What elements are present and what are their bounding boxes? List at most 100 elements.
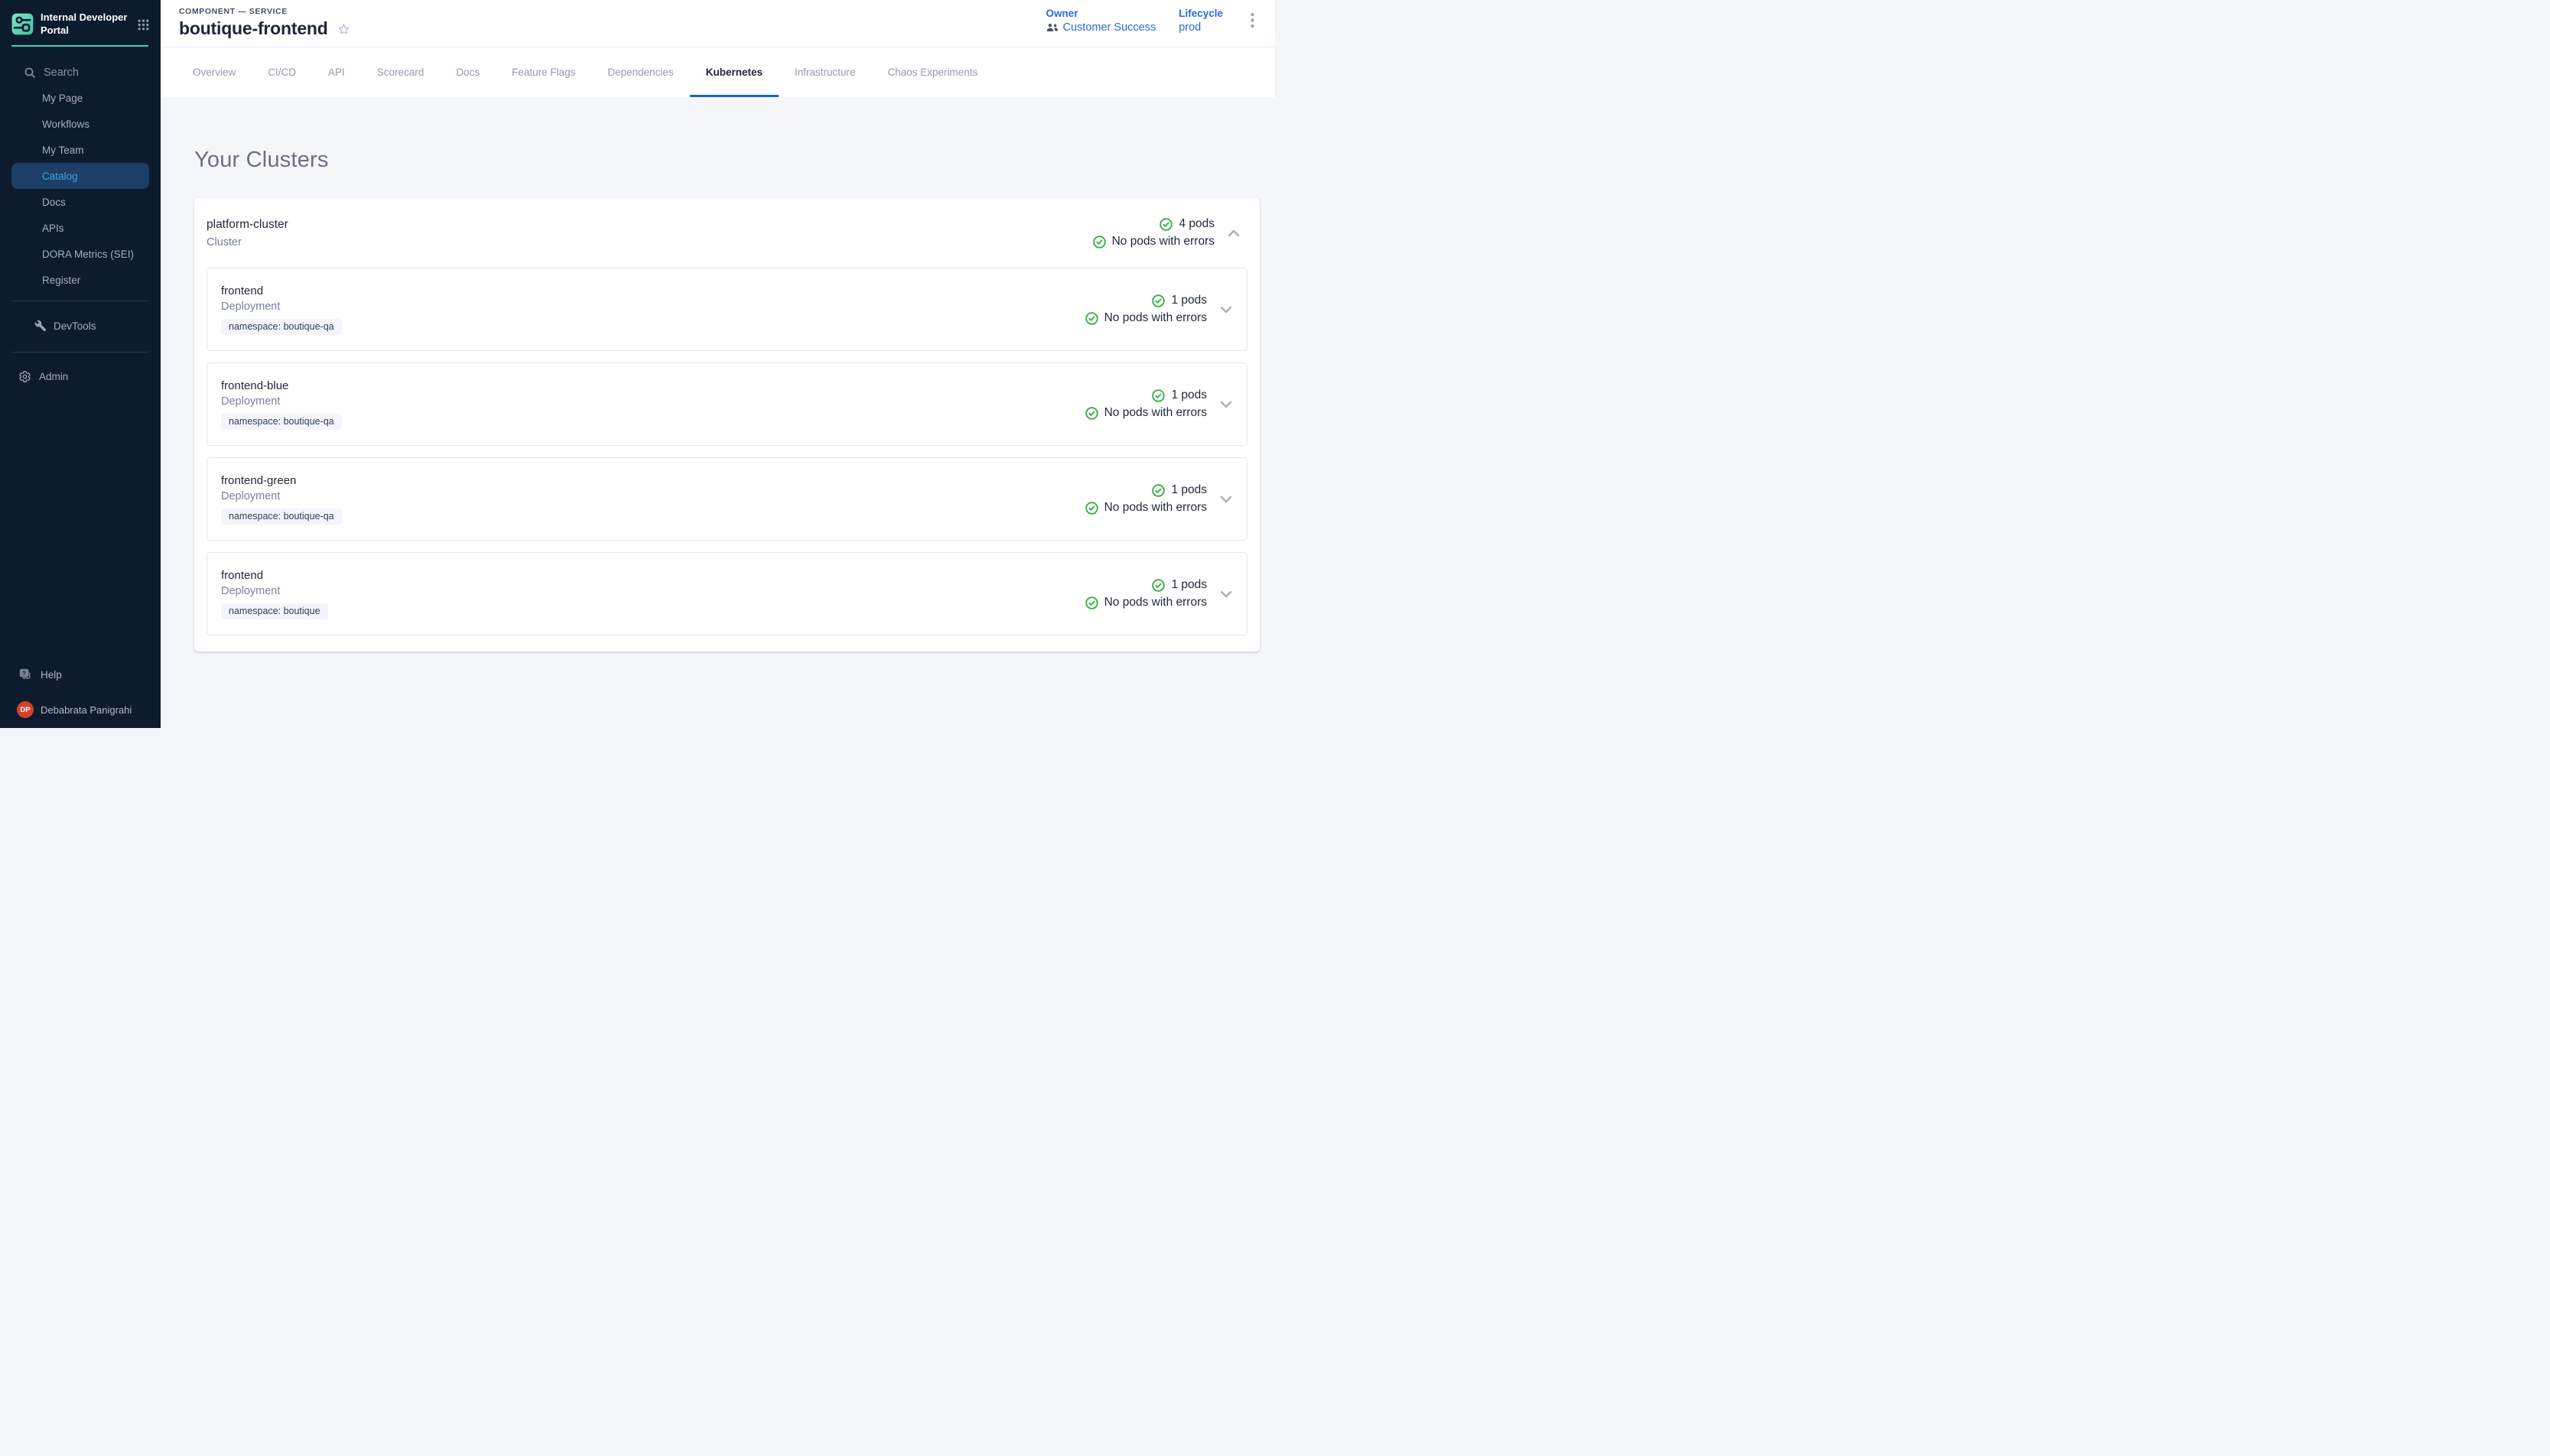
sidebar-divider: [11, 352, 149, 353]
app: Internal Developer Portal Search My Page…: [0, 0, 1275, 728]
lifecycle-value: prod: [1179, 21, 1223, 34]
pods-errors: No pods with errors: [1104, 501, 1207, 515]
workload-row[interactable]: frontend Deployment namespace: boutique …: [207, 552, 1247, 635]
tab-api[interactable]: API: [312, 47, 361, 97]
tab-dependencies[interactable]: Dependencies: [591, 47, 689, 97]
cluster-name: platform-cluster: [207, 218, 288, 232]
sidebar-item-my-page[interactable]: My Page: [11, 85, 149, 111]
tab-chaos-experiments[interactable]: Chaos Experiments: [872, 47, 994, 97]
wrench-icon: [34, 320, 47, 332]
sidebar-item-devtools[interactable]: DevTools: [11, 313, 149, 339]
namespace-chip: namespace: boutique-qa: [221, 509, 342, 525]
pods-errors: No pods with errors: [1104, 311, 1207, 325]
favorite-star-icon[interactable]: [337, 23, 350, 36]
pods-count: 1 pods: [1171, 388, 1207, 402]
tab-label: Feature Flags: [512, 67, 575, 78]
help-label: Help: [41, 669, 62, 681]
search-label: Search: [44, 67, 79, 79]
tabs-bar: Overview CI/CD APIScorecard Docs Feature Fla…: [161, 47, 1275, 97]
tab-label: Kubernetes: [706, 67, 763, 78]
cluster-pods-count: 4 pods: [1179, 217, 1215, 231]
brand: Internal Developer Portal: [11, 11, 149, 37]
tab-label: CI/CD: [268, 67, 296, 78]
owner-value[interactable]: Customer Success: [1063, 21, 1156, 34]
sidebar-bottom: ? Help DP Debabrata Panigrahi: [0, 668, 161, 728]
sidebar-item-label: Register: [42, 275, 80, 286]
sidebar-item-label: DORA Metrics (SEI): [42, 249, 134, 260]
workload-name: frontend: [221, 284, 342, 297]
page-header: COMPONENT — SERVICE boutique-frontend Ow…: [161, 0, 1275, 47]
tab-label: Docs: [456, 67, 480, 78]
chevron-down-icon[interactable]: [1220, 306, 1232, 314]
owner-label: Owner: [1046, 8, 1156, 19]
workload-info: frontend-blue Deployment namespace: bout…: [221, 379, 342, 430]
check-circle-icon: [1085, 312, 1098, 325]
pods-errors: No pods with errors: [1104, 406, 1207, 420]
check-circle-icon: [1085, 502, 1098, 515]
workload-row[interactable]: frontend-blue Deployment namespace: bout…: [207, 362, 1247, 446]
sidebar-item-dora-metrics-sei-[interactable]: DORA Metrics (SEI): [11, 241, 149, 267]
tab-ci-cd[interactable]: CI/CD: [252, 47, 312, 97]
sidebar-item-label: Docs: [42, 197, 66, 208]
content: Your Clusters platform-cluster Cluster 4…: [161, 97, 1275, 728]
workload-type: Deployment: [221, 395, 342, 408]
sidebar-item-apis[interactable]: APIs: [11, 215, 149, 241]
clusters-heading: Your Clusters: [194, 148, 1275, 173]
tab-label: Overview: [193, 67, 236, 78]
sidebar-item-label: Admin: [39, 371, 68, 382]
tab-overview[interactable]: Overview: [177, 47, 252, 97]
lifecycle-label: Lifecycle: [1179, 8, 1223, 19]
sidebar-item-label: My Team: [42, 145, 84, 156]
workload-row[interactable]: frontend-green Deployment namespace: bou…: [207, 457, 1247, 541]
pods-count: 1 pods: [1171, 483, 1207, 497]
kebab-menu-icon[interactable]: [1251, 12, 1254, 28]
workload-info: frontend-green Deployment namespace: bou…: [221, 474, 342, 525]
sidebar-item-register[interactable]: Register: [11, 267, 149, 293]
sidebar-item-workflows[interactable]: Workflows: [11, 111, 149, 137]
help-chat-icon: ?: [18, 668, 32, 681]
chevron-down-icon[interactable]: [1220, 590, 1232, 598]
chevron-up-icon[interactable]: [1228, 229, 1240, 237]
tab-label: Infrastructure: [795, 67, 856, 78]
namespace-chip: namespace: boutique: [221, 603, 328, 619]
workload-type: Deployment: [221, 490, 342, 502]
sidebar-item-label: Workflows: [42, 119, 89, 130]
page-title: boutique-frontend: [179, 18, 328, 39]
check-circle-icon: [1152, 484, 1165, 497]
cluster-card: platform-cluster Cluster 4 pods No pods …: [194, 198, 1260, 652]
workload-row[interactable]: frontend Deployment namespace: boutique-…: [207, 268, 1247, 351]
workload-info: frontend Deployment namespace: boutique: [221, 569, 328, 619]
tab-docs[interactable]: Docs: [440, 47, 496, 97]
help-button[interactable]: ? Help: [0, 668, 161, 681]
pods-count: 1 pods: [1171, 578, 1207, 592]
chevron-down-icon[interactable]: [1220, 496, 1232, 503]
sidebar-item-label: Catalog: [42, 171, 78, 182]
sidebar-item-docs[interactable]: Docs: [11, 189, 149, 215]
brand-title: Internal Developer Portal: [41, 11, 132, 37]
check-circle-icon: [1093, 236, 1106, 249]
tab-infrastructure[interactable]: Infrastructure: [779, 47, 872, 97]
cluster-pods-errors: No pods with errors: [1112, 235, 1215, 249]
sidebar-item-catalog[interactable]: Catalog: [11, 163, 149, 189]
sidebar-item-my-team[interactable]: My Team: [11, 137, 149, 163]
cluster-header[interactable]: platform-cluster Cluster 4 pods No pods …: [194, 198, 1260, 268]
check-circle-icon: [1160, 218, 1173, 231]
sidebar-item-admin[interactable]: Admin: [0, 365, 161, 388]
tab-kubernetes[interactable]: Kubernetes: [690, 47, 779, 97]
lifecycle-block: Lifecycle prod: [1179, 8, 1223, 34]
user-menu[interactable]: DP Debabrata Panigrahi: [0, 701, 161, 718]
cluster-type: Cluster: [207, 236, 288, 249]
entity-kind-breadcrumb: COMPONENT — SERVICE: [179, 7, 350, 16]
sidebar-item-label: APIs: [42, 223, 64, 234]
search-icon: [24, 67, 35, 78]
apps-grid-icon[interactable]: [138, 19, 149, 31]
workload-type: Deployment: [221, 585, 328, 597]
tab-feature-flags[interactable]: Feature Flags: [496, 47, 591, 97]
check-circle-icon: [1085, 407, 1098, 420]
tab-scorecard[interactable]: Scorecard: [361, 47, 441, 97]
chevron-down-icon[interactable]: [1220, 401, 1232, 408]
workload-type: Deployment: [221, 301, 342, 313]
sidebar-search[interactable]: Search: [24, 65, 161, 80]
user-avatar: DP: [17, 701, 34, 718]
check-circle-icon: [1152, 579, 1165, 592]
